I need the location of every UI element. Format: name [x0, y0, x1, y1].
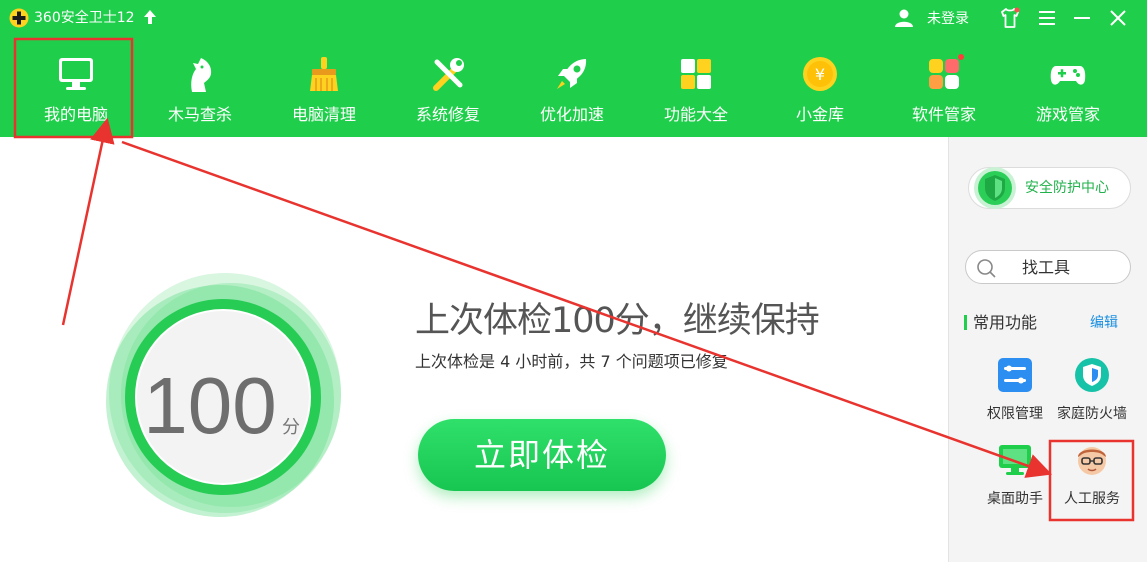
gold-coin-icon: ¥: [803, 57, 837, 91]
software-manager-icon: [929, 54, 964, 89]
common-functions-title: 常用功能: [973, 313, 1038, 332]
tool-label: 桌面助手: [987, 491, 1043, 507]
nav-item-all-features[interactable]: 功能大全: [634, 38, 758, 137]
shield-icon: [974, 167, 1016, 209]
tool-label: 家庭防火墙: [1057, 406, 1127, 422]
score-unit: 分: [282, 417, 300, 438]
desktop-assistant-icon: [999, 445, 1031, 475]
nav-label: 电脑清理: [291, 105, 356, 124]
rocket-icon: [557, 59, 587, 89]
svg-text:¥: ¥: [815, 65, 825, 84]
permission-settings-icon: [998, 358, 1032, 392]
score-value: 100: [143, 361, 276, 450]
nav-item-cleanup[interactable]: 电脑清理: [262, 38, 386, 137]
checkup-headline: 上次体检100分，继续保持: [415, 301, 820, 341]
nav-label: 功能大全: [663, 105, 728, 124]
tool-human-service[interactable]: 人工服务: [1054, 441, 1130, 521]
tool-desktop-assistant[interactable]: 桌面助手: [977, 441, 1053, 521]
nav-label: 游戏管家: [1035, 105, 1100, 124]
find-tool-search[interactable]: 找工具: [965, 250, 1131, 284]
checkup-subline: 上次体检是 4 小时前，共 7 个问题项已修复: [415, 352, 728, 371]
trojan-horse-icon: [191, 58, 212, 92]
upgrade-arrow-icon[interactable]: [143, 9, 157, 25]
gamepad-icon: [1050, 66, 1086, 85]
menu-icon[interactable]: [1035, 6, 1059, 30]
nav-label: 软件管家: [911, 105, 976, 124]
nav-item-software-manager[interactable]: 软件管家: [882, 38, 1006, 137]
360-logo-icon: [9, 8, 29, 28]
nav-item-my-computer[interactable]: 我的电脑: [14, 38, 138, 137]
tool-label: 权限管理: [987, 406, 1043, 422]
nav-item-system-repair[interactable]: 系统修复: [386, 38, 510, 137]
nav-label: 优化加速: [539, 105, 604, 124]
nav-item-gold-vault[interactable]: ¥ 小金库: [758, 38, 882, 137]
security-center-button[interactable]: 安全防护中心: [968, 167, 1131, 209]
edit-link[interactable]: 编辑: [1090, 313, 1118, 333]
checkup-now-label: 立即体检: [473, 436, 610, 474]
close-icon[interactable]: [1106, 6, 1130, 30]
nav-label: 木马查杀: [167, 105, 232, 124]
minimize-icon[interactable]: [1070, 6, 1094, 30]
tool-label: 人工服务: [1064, 491, 1120, 507]
find-tool-label: 找工具: [1022, 258, 1071, 277]
user-icon[interactable]: [892, 6, 916, 30]
main-nav: 我的电脑 木马查杀 电脑清理 系统修复 优化加速 功能大全 ¥ 小金库 软件管家…: [0, 38, 1147, 137]
security-center-label: 安全防护中心: [1025, 180, 1109, 196]
customer-service-avatar-icon: [1078, 447, 1106, 475]
nav-item-game-manager[interactable]: 游戏管家: [1006, 38, 1130, 137]
nav-item-speedup[interactable]: 优化加速: [510, 38, 634, 137]
repair-tools-icon: [433, 58, 464, 91]
nav-label: 系统修复: [415, 105, 480, 124]
title-bar: 360安全卫士12 未登录: [0, 0, 1147, 36]
score-ring: 100 分: [106, 273, 341, 517]
tool-permission-management[interactable]: 权限管理: [977, 356, 1053, 436]
broom-icon: [310, 57, 338, 91]
checkup-now-button[interactable]: 立即体检: [418, 419, 666, 491]
skin-shirt-icon[interactable]: [998, 6, 1022, 30]
section-accent-bar: [964, 315, 967, 330]
search-icon: [977, 259, 996, 278]
home-firewall-icon: [1075, 358, 1109, 392]
nav-item-trojan-scan[interactable]: 木马查杀: [138, 38, 262, 137]
login-status-link[interactable]: 未登录: [927, 10, 969, 28]
apps-grid-icon: [681, 59, 711, 89]
nav-label: 我的电脑: [43, 105, 108, 124]
app-title: 360安全卫士12: [34, 10, 135, 26]
top-header: 360安全卫士12 未登录 我的电脑 木马查杀 电脑清理 系统修复 优化加速 功…: [0, 0, 1147, 137]
tool-home-firewall[interactable]: 家庭防火墙: [1054, 356, 1130, 436]
computer-icon: [59, 58, 93, 90]
nav-label: 小金库: [795, 105, 844, 124]
